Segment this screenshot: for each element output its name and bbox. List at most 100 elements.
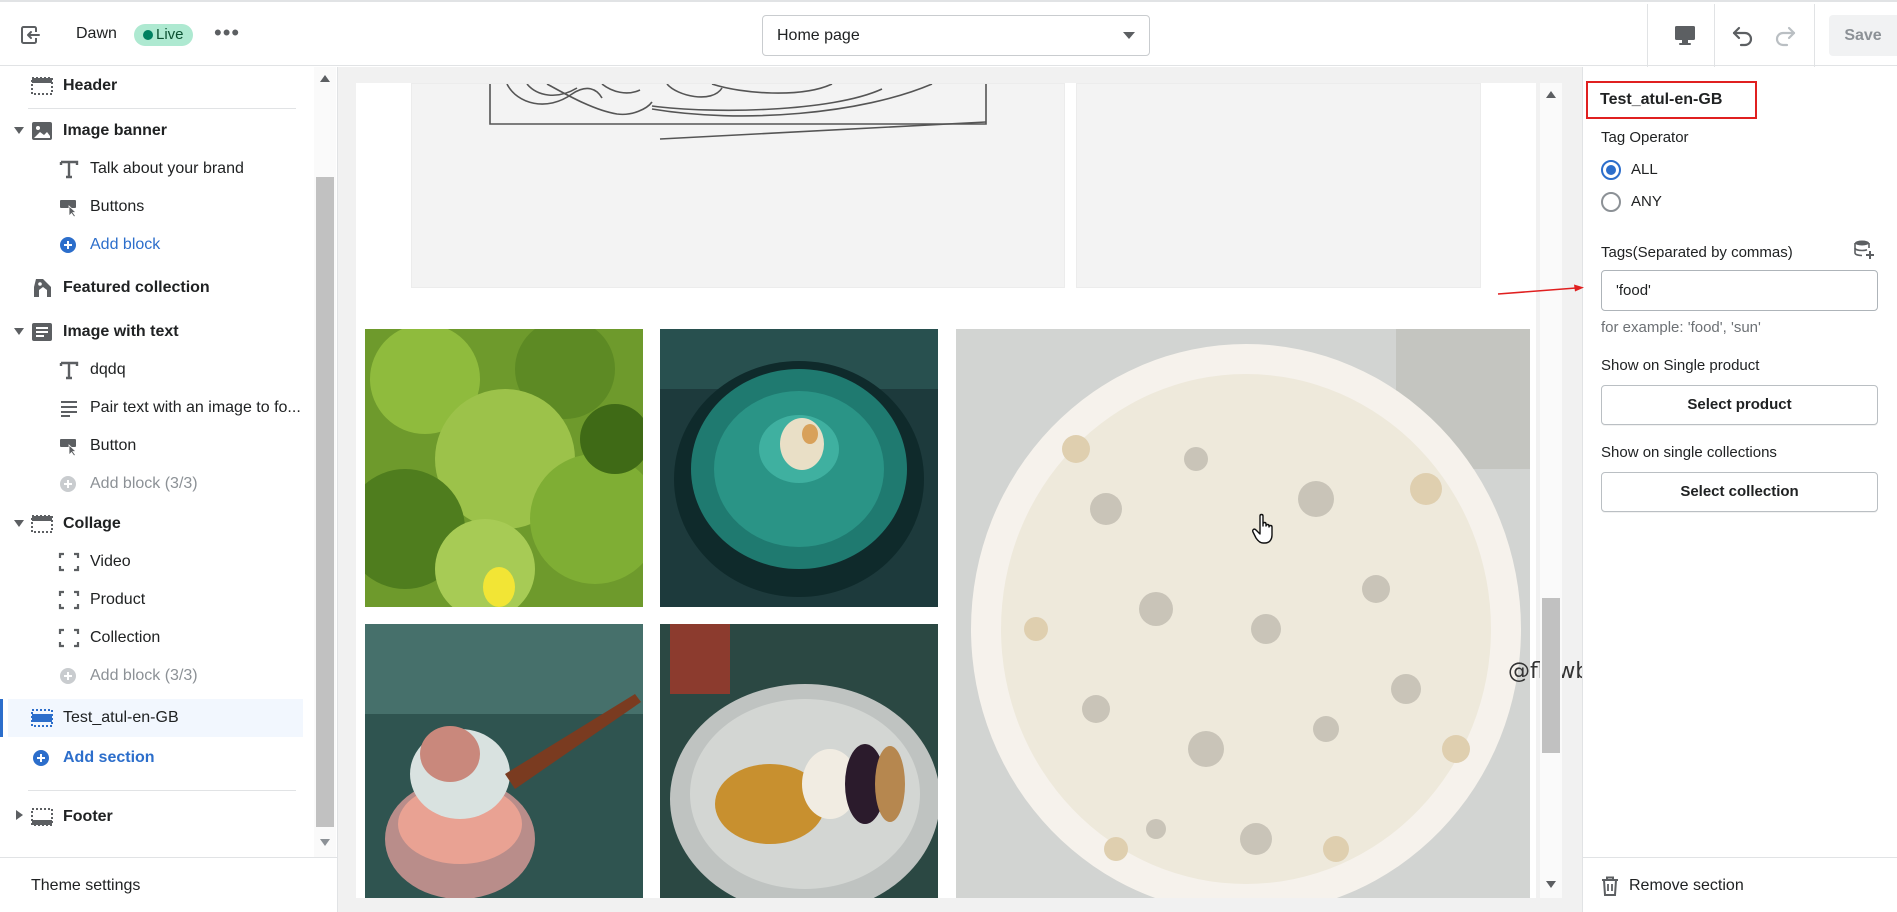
plus-circle-icon bbox=[60, 668, 76, 684]
more-actions-button[interactable]: ••• bbox=[214, 22, 240, 48]
block-talk-about-brand[interactable]: Talk about your brand bbox=[0, 150, 304, 188]
image-tile[interactable] bbox=[660, 624, 938, 898]
image-tile[interactable] bbox=[660, 329, 938, 607]
footer-icon bbox=[31, 808, 53, 826]
trash-icon bbox=[1602, 876, 1618, 896]
divider bbox=[1714, 4, 1715, 67]
dessert-bowl-photo bbox=[660, 329, 938, 607]
tags-help-text: for example: 'food', 'sun' bbox=[1601, 319, 1761, 336]
image-card bbox=[1076, 83, 1481, 288]
divider bbox=[28, 108, 296, 109]
scroll-up-arrow[interactable] bbox=[320, 75, 330, 82]
image-text-icon bbox=[32, 323, 52, 341]
section-label: Collage bbox=[63, 515, 121, 532]
seafood-glass-photo bbox=[365, 624, 643, 898]
text-icon bbox=[59, 361, 79, 380]
live-badge: Live bbox=[134, 24, 193, 46]
store-preview: @flowboxdev bbox=[338, 67, 1656, 912]
placeholder-illustration bbox=[489, 83, 987, 140]
button-icon bbox=[60, 439, 78, 456]
block-button[interactable]: Button bbox=[0, 427, 304, 465]
text-icon bbox=[59, 160, 79, 179]
block-product[interactable]: Product bbox=[0, 581, 304, 619]
frame-icon bbox=[58, 552, 80, 572]
page-select[interactable]: Home page bbox=[762, 15, 1150, 56]
image-tile[interactable] bbox=[365, 329, 643, 607]
sidebar-scrollbar[interactable] bbox=[314, 67, 336, 857]
block-collection[interactable]: Collection bbox=[0, 619, 304, 657]
section-image-with-text[interactable]: Image with text bbox=[0, 313, 304, 351]
section-label: Header bbox=[63, 77, 118, 94]
image-tile[interactable] bbox=[365, 624, 643, 898]
add-block-disabled: Add block (3/3) bbox=[0, 465, 304, 503]
dynamic-source-icon[interactable] bbox=[1853, 239, 1875, 261]
divider bbox=[1814, 4, 1815, 67]
section-image-banner[interactable]: Image banner bbox=[0, 112, 304, 150]
tags-label: Tags(Separated by commas) bbox=[1601, 244, 1793, 261]
block-label: dqdq bbox=[90, 361, 126, 378]
scroll-up-arrow[interactable] bbox=[1546, 91, 1556, 98]
block-buttons[interactable]: Buttons bbox=[0, 188, 304, 226]
button-icon bbox=[60, 200, 78, 217]
theme-settings-button[interactable]: Theme settings bbox=[0, 857, 338, 912]
single-collections-label: Show on single collections bbox=[1601, 444, 1777, 461]
scroll-down-arrow[interactable] bbox=[1546, 881, 1556, 888]
plus-circle-icon bbox=[60, 237, 76, 253]
theme-editor: Dawn Live ••• Home page Save Header Imag… bbox=[0, 0, 1897, 912]
chevron-down-icon[interactable] bbox=[14, 328, 24, 335]
add-section-button[interactable]: Add section bbox=[0, 739, 304, 777]
block-video[interactable]: Video bbox=[0, 543, 304, 581]
preview-scrollbar[interactable] bbox=[1540, 83, 1562, 898]
select-collection-button[interactable]: Select collection bbox=[1601, 472, 1878, 512]
section-collage[interactable]: Collage bbox=[0, 505, 304, 543]
remove-section-label: Remove section bbox=[1629, 877, 1744, 894]
desktop-icon[interactable] bbox=[1672, 22, 1698, 48]
section-header[interactable]: Header bbox=[0, 67, 304, 105]
tags-input[interactable]: 'food' bbox=[1601, 270, 1878, 311]
block-label: Product bbox=[90, 591, 146, 608]
chevron-down-icon[interactable] bbox=[14, 127, 24, 134]
select-product-button[interactable]: Select product bbox=[1601, 385, 1878, 425]
divider bbox=[1647, 4, 1648, 67]
theme-settings-label: Theme settings bbox=[31, 877, 141, 894]
section-test-atul[interactable]: Test_atul-en-GB bbox=[0, 699, 303, 737]
plus-circle-icon bbox=[60, 476, 76, 492]
redo-icon[interactable] bbox=[1771, 22, 1799, 48]
top-bar: Dawn Live ••• Home page Save bbox=[0, 0, 1897, 67]
section-featured-collection[interactable]: Featured collection bbox=[0, 269, 304, 307]
block-label: Buttons bbox=[90, 198, 145, 215]
add-section-label: Add section bbox=[63, 749, 155, 766]
section-footer[interactable]: Footer bbox=[0, 798, 304, 836]
theme-name: Dawn bbox=[76, 25, 117, 42]
annotation-arrow bbox=[1497, 284, 1584, 295]
radio-all-label[interactable]: ALL bbox=[1631, 161, 1658, 178]
add-block-label: Add block (3/3) bbox=[90, 667, 198, 684]
exit-icon[interactable] bbox=[18, 22, 44, 48]
chevron-down-icon bbox=[1123, 32, 1135, 39]
header-icon bbox=[31, 77, 53, 95]
block-dqdq[interactable]: dqdq bbox=[0, 351, 304, 389]
undo-icon[interactable] bbox=[1729, 22, 1757, 48]
block-pair-text[interactable]: Pair text with an image to fo... bbox=[0, 389, 304, 427]
image-tile-featured[interactable] bbox=[956, 329, 1530, 898]
tag-operator-label: Tag Operator bbox=[1601, 129, 1689, 146]
scroll-down-arrow[interactable] bbox=[320, 839, 330, 846]
chevron-right-icon[interactable] bbox=[16, 810, 23, 820]
plus-circle-icon bbox=[33, 750, 49, 766]
radio-any-label[interactable]: ANY bbox=[1631, 193, 1662, 210]
radio-all[interactable] bbox=[1601, 160, 1621, 180]
chevron-down-icon[interactable] bbox=[14, 520, 24, 527]
add-block-button[interactable]: Add block bbox=[0, 226, 304, 264]
frame-icon bbox=[58, 590, 80, 610]
remove-section-button[interactable]: Remove section bbox=[1583, 857, 1897, 912]
scroll-thumb[interactable] bbox=[1542, 598, 1560, 753]
divider bbox=[28, 790, 296, 791]
soup-bowl-photo bbox=[660, 624, 938, 898]
radio-any[interactable] bbox=[1601, 192, 1621, 212]
greenery-photo bbox=[365, 329, 643, 607]
image-icon bbox=[32, 122, 52, 140]
scroll-thumb[interactable] bbox=[316, 177, 334, 827]
image-card bbox=[411, 83, 1065, 288]
save-button[interactable]: Save bbox=[1829, 15, 1897, 56]
tag-icon bbox=[34, 279, 51, 297]
